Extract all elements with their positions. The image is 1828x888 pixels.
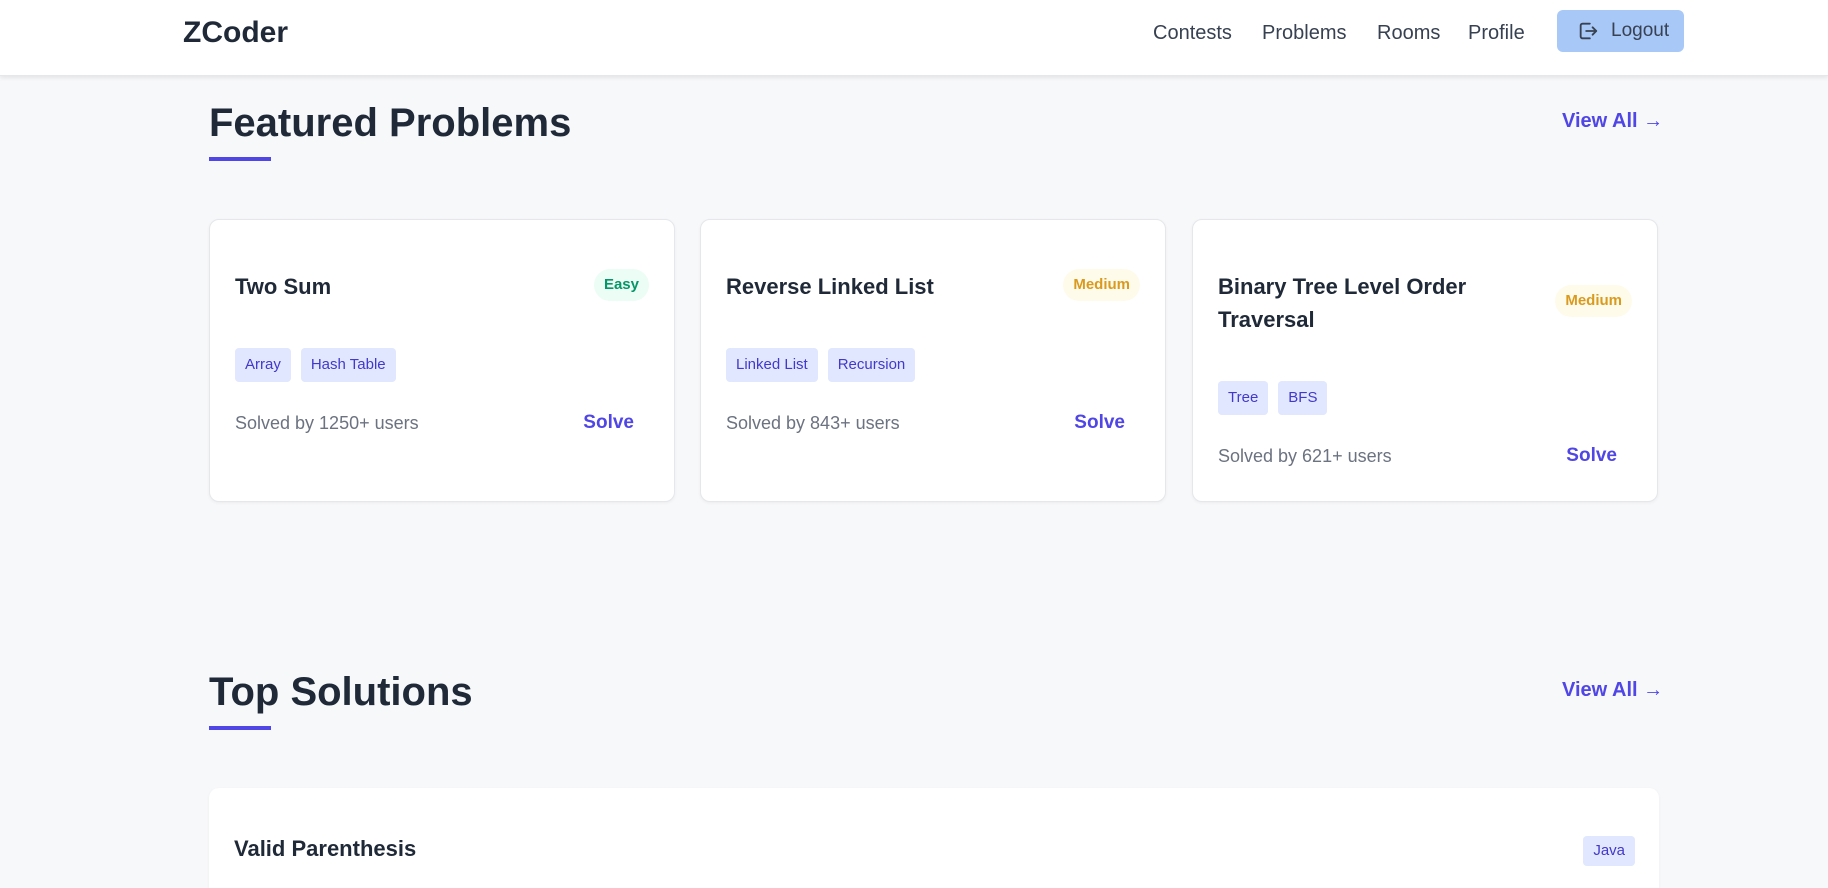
solved-count: Solved by 621+ users: [1218, 446, 1392, 466]
nav-link-profile[interactable]: Profile: [1468, 19, 1525, 47]
featured-problems-title: Featured Problems: [209, 101, 572, 145]
problem-title-line: Traversal: [1218, 307, 1315, 332]
solutions-title-underline: [209, 726, 271, 730]
featured-title-underline: [209, 157, 271, 161]
difficulty-badge: Medium: [1063, 269, 1140, 301]
problem-card-two-sum[interactable]: Two Sum Easy Array Hash Table Solved by …: [209, 219, 675, 502]
tag[interactable]: Array: [235, 348, 291, 382]
solved-count: Solved by 1250+ users: [235, 413, 419, 433]
problem-card-reverse-linked-list[interactable]: Reverse Linked List Medium Linked List R…: [700, 219, 1166, 502]
nav-link-rooms[interactable]: Rooms: [1377, 19, 1440, 47]
tag[interactable]: Recursion: [827, 348, 916, 382]
tag-list: Tree BFS: [1218, 381, 1328, 415]
logout-icon: [1579, 22, 1598, 40]
nav-link-problems[interactable]: Problems: [1262, 19, 1346, 47]
tag[interactable]: Hash Table: [300, 348, 396, 382]
solutions-view-all-link[interactable]: View All →: [1562, 676, 1663, 704]
tag[interactable]: BFS: [1278, 381, 1328, 415]
tag[interactable]: Tree: [1218, 381, 1269, 415]
difficulty-badge: Medium: [1555, 285, 1632, 317]
logout-button[interactable]: Logout: [1557, 10, 1684, 52]
solve-button[interactable]: Solve: [1566, 443, 1617, 469]
solution-card[interactable]: Valid Parenthesis Java: [209, 788, 1659, 888]
nav-link-contests[interactable]: Contests: [1153, 19, 1232, 47]
problem-card-binary-tree-level-order[interactable]: Binary Tree Level Order Traversal Medium…: [1192, 219, 1658, 502]
difficulty-badge: Easy: [593, 269, 649, 301]
top-solutions-title: Top Solutions: [209, 670, 473, 714]
solve-button[interactable]: Solve: [583, 410, 634, 436]
solved-count: Solved by 843+ users: [726, 413, 900, 433]
problem-title[interactable]: Reverse Linked List: [726, 270, 934, 303]
tag[interactable]: Linked List: [726, 348, 818, 382]
logout-label: Logout: [1611, 20, 1670, 41]
language-badge: Java: [1583, 836, 1635, 866]
problem-title-line: Binary Tree Level Order: [1218, 274, 1467, 299]
tag-list: Linked List Recursion: [726, 348, 916, 382]
solve-button[interactable]: Solve: [1074, 410, 1125, 436]
problem-title[interactable]: Two Sum: [235, 270, 331, 303]
brand-logo[interactable]: ZCoder: [183, 14, 288, 52]
top-navbar: ZCoder Contests Problems Rooms Profile L…: [0, 0, 1828, 76]
problem-title[interactable]: Binary Tree Level Order Traversal: [1218, 270, 1466, 336]
featured-view-all-link[interactable]: View All →: [1562, 107, 1663, 135]
solution-title[interactable]: Valid Parenthesis: [234, 834, 416, 864]
tag-list: Array Hash Table: [235, 348, 396, 382]
